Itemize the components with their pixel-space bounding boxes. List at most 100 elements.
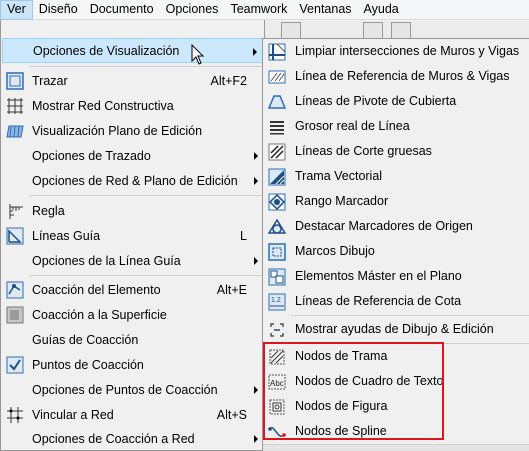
clean-intersections-icon — [267, 42, 287, 62]
submenu-arrow-icon — [254, 177, 258, 185]
menu-item-guias-coaccion[interactable]: Guías de Coacción — [2, 327, 264, 352]
submenu-arrow-icon — [254, 386, 258, 394]
menu-item-puntos-coaccion[interactable]: Puntos de Coacción — [2, 352, 264, 377]
window-bottom-edge — [263, 444, 529, 451]
submenu-item-label: Destacar Marcadores de Origen — [295, 219, 473, 233]
menu-item-mostrar-red[interactable]: Mostrar Red Constructiva — [2, 93, 264, 118]
menu-item-label: Opciones de Trazado — [32, 148, 151, 163]
submenu-arrow-icon — [254, 152, 258, 160]
menu-item-label: Trazar — [32, 73, 68, 88]
line-weight-icon — [267, 117, 287, 137]
menu-item-label: Opciones de Red & Plano de Edición — [32, 173, 238, 188]
submenu-arrow-icon — [254, 257, 258, 265]
menu-item-label: Vincular a Red — [32, 407, 114, 422]
menu-item-opciones-red-plano[interactable]: Opciones de Red & Plano de Edición — [2, 168, 264, 193]
menu-item-label: Opciones de la Línea Guía — [32, 253, 181, 268]
menu-item-opciones-visualizacion[interactable]: Opciones de Visualización — [2, 38, 264, 63]
menu-item-coaccion-elemento[interactable]: Coacción del Elemento Alt+E — [2, 277, 264, 302]
menu-ventanas[interactable]: Ventanas — [293, 0, 357, 20]
drawing-frames-icon — [267, 242, 287, 262]
menu-item-regla[interactable]: Regla — [2, 198, 264, 223]
menu-item-visualizacion-plano[interactable]: Visualización Plano de Edición — [2, 118, 264, 143]
reference-line-icon — [267, 67, 287, 87]
menu-item-label: Coacción del Elemento — [32, 282, 161, 297]
menu-item-label: Líneas Guía — [32, 228, 101, 243]
submenu-item-linea-referencia-muros[interactable]: Línea de Referencia de Muros & Vigas — [264, 64, 529, 89]
menu-item-label: Mostrar Red Constructiva — [32, 98, 174, 113]
drawing-aids-icon — [267, 320, 287, 340]
submenu-item-grosor-real[interactable]: Grosor real de Línea — [264, 114, 529, 139]
bold-cut-lines-icon — [267, 142, 287, 162]
submenu-item-label: Marcos Dibujo — [295, 244, 375, 258]
submenu-item-marcos-dibujo[interactable]: Marcos Dibujo — [264, 239, 529, 264]
submenu-item-label: Limpiar intersecciones de Muros y Vigas — [295, 44, 520, 58]
svg-text:1.2: 1.2 — [271, 297, 281, 304]
submenu-item-label: Mostrar ayudas de Dibujo & Edición — [295, 322, 494, 336]
dimension-reference-icon: 1.2 — [267, 292, 287, 312]
menu-ver[interactable]: Ver — [0, 0, 33, 20]
submenu-item-trama-vectorial[interactable]: Trama Vectorial — [264, 164, 529, 189]
marker-range-icon — [267, 192, 287, 212]
submenu-item-limpiar-intersecciones[interactable]: Limpiar intersecciones de Muros y Vigas — [264, 39, 529, 64]
menu-ayuda[interactable]: Ayuda — [358, 0, 405, 20]
submenu-item-lineas-pivote[interactable]: Líneas de Pivote de Cubierta — [264, 89, 529, 114]
ruler-icon — [5, 201, 25, 221]
menu-item-opciones-trazado[interactable]: Opciones de Trazado — [2, 143, 264, 168]
menu-diseno[interactable]: Diseño — [33, 0, 84, 20]
guide-lines-icon — [5, 226, 25, 246]
submenu-arrow-icon — [253, 48, 257, 56]
submenu-arrow-icon — [254, 435, 258, 443]
submenu-item-label: Rango Marcador — [295, 194, 389, 208]
menu-item-vincular-red[interactable]: Vincular a Red Alt+S — [2, 402, 264, 427]
menu-item-label: Opciones de Visualización — [33, 43, 180, 58]
submenu-item-lineas-referencia-cota[interactable]: 1.2 Líneas de Referencia de Cota — [264, 289, 529, 314]
menu-item-opciones-puntos-coaccion[interactable]: Opciones de Puntos de Coacción — [2, 377, 264, 402]
menu-teamwork[interactable]: Teamwork — [224, 0, 293, 20]
ver-dropdown-menu: Opciones de Visualización Trazar Alt+F2 … — [0, 20, 265, 451]
element-snap-icon — [5, 280, 25, 300]
submenu-item-label: Líneas de Corte gruesas — [295, 144, 432, 158]
menu-item-label: Visualización Plano de Edición — [32, 123, 203, 138]
menu-item-opciones-coaccion-red[interactable]: Opciones de Coacción a Red — [2, 426, 264, 451]
shortcut-label: L — [240, 228, 247, 243]
edit-plane-icon — [5, 121, 25, 141]
menu-item-coaccion-superficie[interactable]: Coacción a la Superficie — [2, 302, 264, 327]
submenu-item-label: Líneas de Referencia de Cota — [295, 294, 462, 308]
submenu-item-label: Elementos Máster en el Plano — [295, 269, 462, 283]
separator — [29, 275, 263, 276]
submenu-item-label: Trama Vectorial — [295, 169, 383, 183]
source-markers-icon — [267, 217, 287, 237]
menu-item-trazar[interactable]: Trazar Alt+F2 — [2, 68, 264, 93]
submenu-item-label: Grosor real de Línea — [295, 119, 410, 133]
submenu-item-rango-marcador[interactable]: Rango Marcador — [264, 189, 529, 214]
menu-item-label: Opciones de Coacción a Red — [32, 431, 195, 446]
menu-item-label: Regla — [32, 203, 65, 218]
separator — [291, 315, 529, 316]
submenu-item-destacar-marcadores[interactable]: Destacar Marcadores de Origen — [264, 214, 529, 239]
submenu-item-mostrar-ayudas[interactable]: Mostrar ayudas de Dibujo & Edición — [264, 317, 529, 342]
submenu-item-label: Línea de Referencia de Muros & Vigas — [295, 69, 510, 83]
separator — [29, 66, 263, 67]
master-elements-icon — [267, 267, 287, 287]
submenu-item-elementos-master[interactable]: Elementos Máster en el Plano — [264, 264, 529, 289]
mouse-cursor-icon — [191, 44, 205, 65]
menu-opciones[interactable]: Opciones — [160, 0, 225, 20]
menu-bar: Ver Diseño Documento Opciones Teamwork V… — [0, 0, 529, 20]
surface-snap-icon — [5, 305, 25, 325]
snap-grid-icon — [5, 405, 25, 425]
trace-icon — [5, 71, 25, 91]
snap-points-icon — [5, 355, 25, 375]
menu-documento[interactable]: Documento — [84, 0, 160, 20]
shortcut-label: Alt+E — [216, 282, 247, 297]
annotation-highlight-box — [263, 342, 444, 440]
grid-icon — [5, 96, 25, 116]
separator — [29, 195, 263, 196]
menu-item-label: Puntos de Coacción — [32, 357, 144, 372]
submenu-item-label: Líneas de Pivote de Cubierta — [295, 94, 457, 108]
menu-item-label: Guías de Coacción — [32, 332, 139, 347]
vector-hatch-icon — [267, 167, 287, 187]
submenu-item-lineas-corte[interactable]: Líneas de Corte gruesas — [264, 139, 529, 164]
menu-item-lineas-guia[interactable]: Líneas Guía L — [2, 223, 264, 248]
menu-item-label: Coacción a la Superficie — [32, 307, 167, 322]
menu-item-opciones-linea-guia[interactable]: Opciones de la Línea Guía — [2, 248, 264, 273]
